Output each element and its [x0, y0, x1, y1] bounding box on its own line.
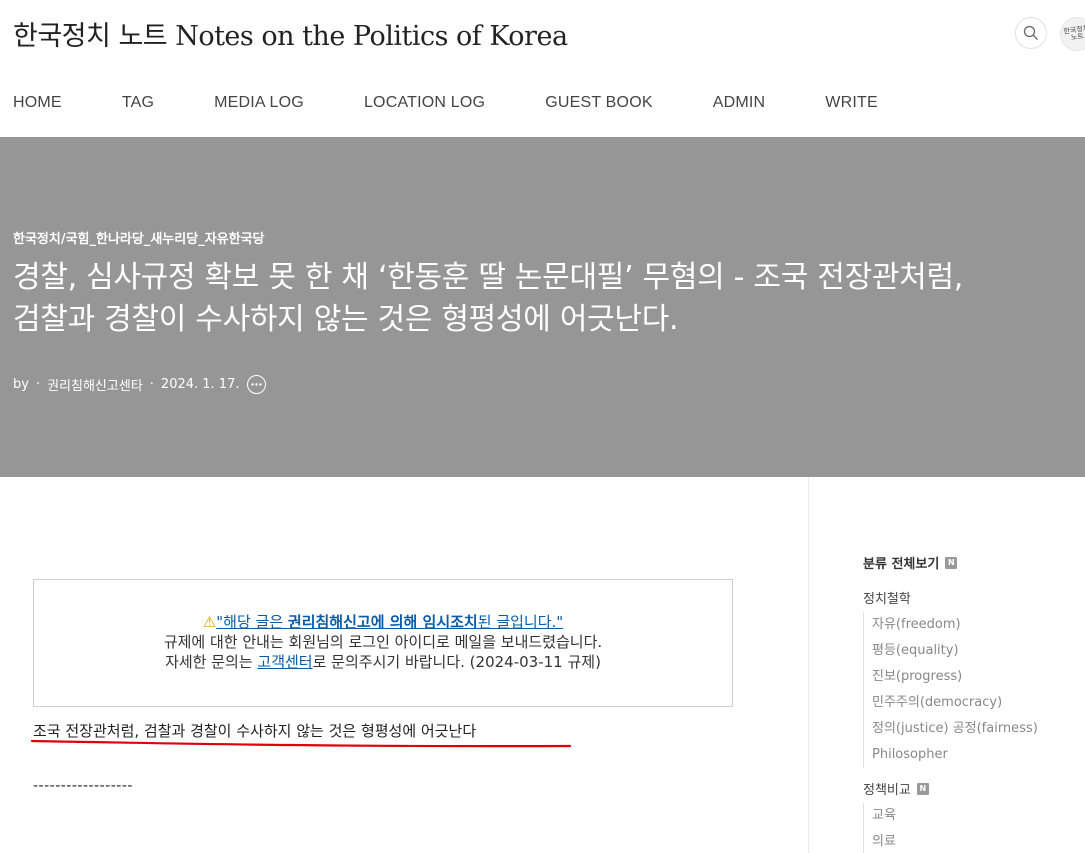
category-all[interactable]: 분류 전체보기 N [863, 553, 1085, 572]
nav-media-log[interactable]: MEDIA LOG [214, 94, 304, 112]
warning-icon: ⚠ [202, 613, 217, 631]
subcategory-item[interactable]: 민주주의(democracy) [872, 690, 1038, 716]
subcategory-item[interactable]: Philosopher [872, 742, 1038, 768]
main-nav: HOME TAG MEDIA LOG LOCATION LOG GUEST BO… [13, 94, 938, 112]
nav-tag[interactable]: TAG [122, 94, 154, 112]
search-icon [1023, 25, 1038, 40]
subcategory-list: 자유(freedom) 평등(equality) 진보(progress) 민주… [863, 612, 1038, 768]
notice-link[interactable]: "해당 글은 권리침해신고에 의해 임시조치된 글입니다." [216, 613, 563, 631]
site-title[interactable]: 한국정치 노트 Notes on the Politics of Korea [13, 14, 568, 53]
notice-headline: ⚠"해당 글은 권리침해신고에 의해 임시조치된 글입니다." [34, 612, 732, 632]
new-badge: N [916, 782, 929, 795]
subcategory-item[interactable]: 교육 [872, 803, 896, 829]
site-header: 한국정치 노트 Notes on the Politics of Korea 한… [0, 0, 1085, 137]
post-category[interactable]: 한국정치/국힘_한나라당_새누리당_자유한국당 [13, 228, 265, 247]
customer-center-link[interactable]: 고객센터 [257, 653, 312, 671]
text-divider: ------------------ [33, 778, 133, 794]
post-author[interactable]: 권리침해신고센타 [47, 375, 143, 394]
subcategory-item[interactable]: 의료 [872, 829, 896, 853]
nav-write[interactable]: WRITE [825, 94, 878, 112]
search-button[interactable] [1015, 17, 1047, 49]
avatar-logo: 한국정치 노트 [1063, 24, 1085, 42]
meta-separator: · [35, 377, 41, 392]
meta-separator: · [149, 377, 154, 392]
avatar[interactable]: 한국정치 노트 [1060, 17, 1085, 51]
takedown-notice: ⚠"해당 글은 권리침해신고에 의해 임시조치된 글입니다." 규제에 대한 안… [33, 579, 733, 707]
subcategory-item[interactable]: 진보(progress) [872, 664, 1038, 690]
subcategory-item[interactable]: 평등(equality) [872, 638, 1038, 664]
post-title-line2: 검찰과 경찰이 수사하지 않는 것은 형평성에 어긋난다. [13, 302, 679, 337]
subcategory-list: 교육 의료 [863, 803, 896, 853]
category-political-philosophy[interactable]: 정치철학 [863, 588, 911, 607]
more-dots-icon [251, 383, 263, 386]
nav-guest-book[interactable]: GUEST BOOK [545, 94, 653, 112]
nav-admin[interactable]: ADMIN [713, 94, 766, 112]
post-meta: by · 권리침해신고센타 · 2024. 1. 17. [13, 375, 267, 394]
category-policy-comparison[interactable]: 정책비교 N [863, 779, 929, 798]
category-sidebar: 분류 전체보기 N 정치철학 자유(freedom) 평등(equality) … [863, 553, 1085, 853]
post-hero: 한국정치/국힘_한나라당_새누리당_자유한국당 경찰, 심사규정 확보 못 한 … [0, 137, 1085, 477]
subcategory-item[interactable]: 자유(freedom) [872, 612, 1038, 638]
new-badge: N [945, 556, 958, 569]
post-title-line1: 경찰, 심사규정 확보 못 한 채 ‘한동훈 딸 논문대필’ 무혐의 - 조국 … [13, 260, 964, 295]
subcategory-item[interactable]: 정의(justice) 공정(fairness) [872, 716, 1038, 742]
red-underline-mark [30, 739, 572, 748]
post-title: 경찰, 심사규정 확보 못 한 채 ‘한동훈 딸 논문대필’ 무혐의 - 조국 … [13, 257, 1085, 341]
nav-location-log[interactable]: LOCATION LOG [364, 94, 485, 112]
nav-home[interactable]: HOME [13, 94, 62, 112]
notice-contact: 자세한 문의는 고객센터로 문의주시기 바랍니다. (2024-03-11 규제… [165, 653, 601, 671]
notice-text: 규제에 대한 안내는 회원님의 로그인 아이디로 메일을 보내드렸습니다. [163, 633, 603, 651]
post-more-button[interactable] [247, 375, 267, 394]
post-date: 2024. 1. 17. [160, 377, 240, 392]
sidebar-divider [808, 477, 809, 853]
post-by: by [13, 377, 29, 392]
